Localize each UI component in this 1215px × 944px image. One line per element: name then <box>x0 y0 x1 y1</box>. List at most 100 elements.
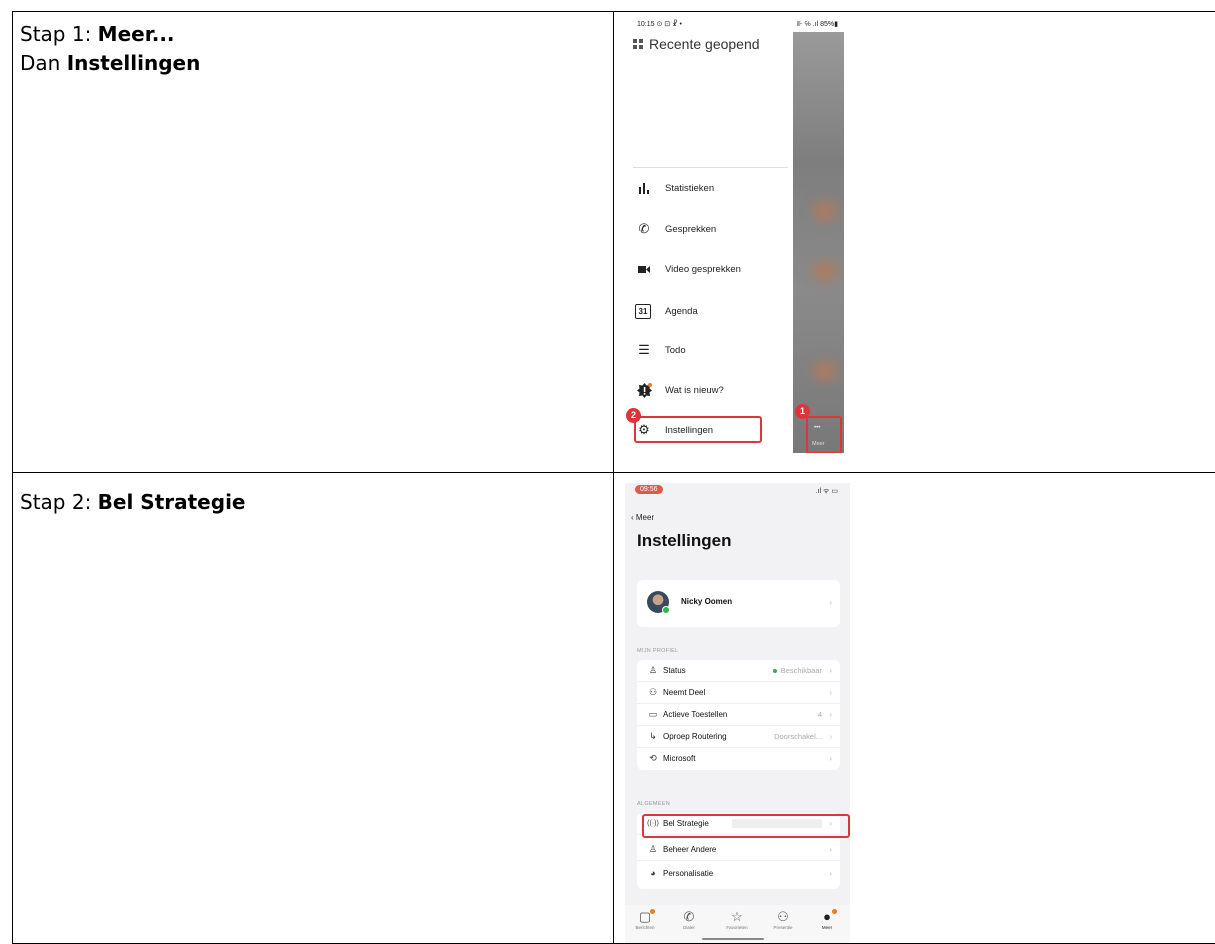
tab-label: Dialer <box>683 925 695 930</box>
tab-meer[interactable]: ● Meer <box>809 909 845 930</box>
tab-presentie[interactable]: ⚇ Presentie <box>765 909 801 930</box>
menu-item-label: Statistieken <box>665 182 715 194</box>
routing-icon: ↳ <box>649 731 657 741</box>
grid-icon <box>633 39 643 49</box>
menu-item-statistieken[interactable]: Statistieken <box>635 178 714 198</box>
settings-row-actieve-toestellen[interactable]: ▭ Actieve Toestellen 4 › <box>637 704 840 726</box>
profile-card[interactable]: Nicky Oomen › <box>637 580 840 627</box>
profile-settings-group: ♙ Status Beschikbaar › ⚇ Neemt Deel › ▭ … <box>637 660 840 770</box>
notification-dot <box>832 909 837 914</box>
status-right: ⊪ ℅ .ıl 85%▮ <box>796 21 838 28</box>
menu-item-video-gesprekken[interactable]: Video gesprekken <box>635 259 741 279</box>
page-title: Instellingen <box>637 531 732 550</box>
chevron-right-icon: › <box>829 710 832 719</box>
menu-item-wat-is-nieuw[interactable]: Wat is nieuw? <box>635 380 724 400</box>
tab-label: Meer <box>821 925 833 930</box>
online-status-dot <box>662 606 670 614</box>
row-label: Neemt Deel <box>663 688 706 697</box>
notification-dot <box>650 909 655 914</box>
menu-item-agenda[interactable]: 31 Agenda <box>635 301 698 321</box>
chevron-right-icon: › <box>829 688 832 697</box>
news-icon <box>635 382 653 398</box>
tab-label: Berichten <box>635 925 655 930</box>
step-badge-1: 1 <box>795 404 810 419</box>
list-icon: ☰ <box>638 342 650 357</box>
settings-row-neemt-deel[interactable]: ⚇ Neemt Deel › <box>637 682 840 704</box>
row-value: Beschikbaar <box>772 666 822 675</box>
section-label-profile: MIJN PROFIEL <box>637 648 679 654</box>
chevron-right-icon: › <box>829 666 832 675</box>
status-time: 09:56 <box>635 485 663 494</box>
chevron-right-icon: › <box>829 754 832 763</box>
step-2-bold: Bel Strategie <box>97 490 246 514</box>
step-1-text: Stap 1: Meer... Dan Instellingen <box>20 20 200 78</box>
step-2-text: Stap 2: Bel Strategie <box>20 488 245 517</box>
settings-row-personalisatie[interactable]: ◕ Personalisatie › <box>637 863 840 884</box>
menu-item-label: Video gesprekken <box>665 263 741 275</box>
tab-label: Favorieten <box>726 925 748 930</box>
meer-tab-label[interactable]: Meer <box>812 441 825 447</box>
settings-row-microsoft[interactable]: ⟲ Microsoft › <box>637 748 840 769</box>
home-indicator <box>702 938 764 940</box>
instruction-table <box>0 0 1215 944</box>
video-icon <box>635 261 653 277</box>
calendar-icon: 31 <box>635 303 651 319</box>
section-label-general: ALGEMEEN <box>637 801 670 807</box>
recent-header[interactable]: Recente geopend <box>633 36 760 52</box>
step-1-prefix: Stap 1: <box>20 22 98 46</box>
phone-icon: ✆ <box>638 221 650 236</box>
step-1-bold: Meer... <box>97 22 175 46</box>
more-icon[interactable]: ••• <box>814 425 820 431</box>
devices-icon: ▭ <box>648 709 658 719</box>
step-1b-bold: Instellingen <box>66 51 201 75</box>
chat-icon: ▢ <box>627 909 663 925</box>
sync-icon: ⟲ <box>649 753 657 763</box>
menu-item-todo[interactable]: ☰ Todo <box>635 340 686 360</box>
highlight-instellingen <box>634 416 762 443</box>
highlight-bel-strategie <box>642 814 850 838</box>
settings-row-oproep-routering[interactable]: ↳ Oproep Routering Doorschakel... › <box>637 726 840 748</box>
step-2-prefix: Stap 2: <box>20 490 98 514</box>
row-label: Status <box>663 666 686 675</box>
tab-label: Presentie <box>773 925 793 930</box>
divider <box>633 167 788 168</box>
phone-icon: ✆ <box>683 909 695 924</box>
phone-screenshot-settings: 09:56 .ıl ᯤ ▭ ‹ Meer Instellingen Nicky … <box>625 483 850 943</box>
row-label: Oproep Routering <box>663 732 727 741</box>
chevron-right-icon: › <box>829 598 832 607</box>
step-1b-prefix: Dan <box>20 51 67 75</box>
table-border-left <box>12 11 13 944</box>
row-label: Beheer Andere <box>663 845 717 854</box>
row-label: Personalisatie <box>663 869 714 878</box>
settings-row-status[interactable]: ♙ Status Beschikbaar › <box>637 660 840 682</box>
menu-item-label: Todo <box>665 344 686 356</box>
chevron-right-icon: › <box>829 869 832 878</box>
menu-item-label: Gesprekken <box>665 223 717 235</box>
back-button[interactable]: ‹ Meer <box>631 513 654 522</box>
phone-screenshot-menu: 10:15 ⊙ ⊡ ☧ • ⊪ ℅ .ıl 85%▮ Recente geope… <box>623 12 844 453</box>
avatar <box>647 591 670 614</box>
available-dot <box>772 669 777 674</box>
settings-row-beheer-andere[interactable]: ♙ Beheer Andere › <box>637 839 840 861</box>
table-column-divider <box>613 11 614 944</box>
overlay-shade[interactable] <box>793 32 844 453</box>
person-icon: ♙ <box>648 665 658 675</box>
step-badge-2: 2 <box>626 408 641 423</box>
menu-item-label: Wat is nieuw? <box>665 384 724 396</box>
row-value: Doorschakel... <box>774 732 822 741</box>
manage-icon: ♙ <box>648 844 658 854</box>
tab-dialer[interactable]: ✆ Dialer <box>671 909 707 930</box>
bar-chart-icon <box>635 180 653 196</box>
chevron-right-icon: › <box>829 732 832 741</box>
row-label: Microsoft <box>663 754 696 763</box>
menu-item-label: Agenda <box>665 305 698 317</box>
status-right: .ıl ᯤ ▭ <box>815 488 838 495</box>
row-label: Actieve Toestellen <box>663 710 728 719</box>
palette-icon: ◕ <box>650 868 656 878</box>
tab-favorieten[interactable]: ☆ Favorieten <box>719 909 755 930</box>
menu-item-gesprekken[interactable]: ✆ Gesprekken <box>635 219 717 239</box>
blurred-avatar <box>813 202 837 220</box>
tab-berichten[interactable]: ▢ Berichten <box>627 909 663 930</box>
row-value-text: Beschikbaar <box>780 666 822 675</box>
more-icon: ● <box>809 909 845 925</box>
